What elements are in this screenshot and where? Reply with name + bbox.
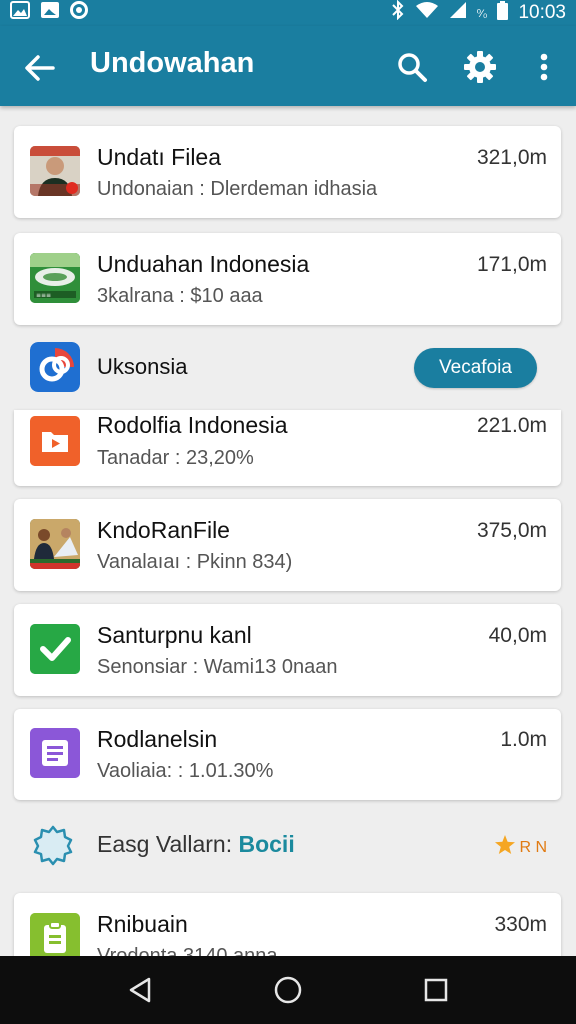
- back-nav-icon[interactable]: [122, 972, 158, 1008]
- item-size: 171,0m: [476, 253, 547, 276]
- item-title: Rodlanelsin: [97, 726, 218, 752]
- item-size: 1.0m: [500, 728, 547, 751]
- svg-text:≡≡≡: ≡≡≡: [36, 292, 51, 299]
- battery-icon: [497, 0, 509, 26]
- home-nav-icon[interactable]: [270, 972, 306, 1008]
- status-right-icons: ⁰⁄₀ 10:03: [391, 0, 566, 26]
- item-title: Undatı Filea: [97, 144, 222, 170]
- item-subtitle: 3kalrana : $10 aaa: [97, 285, 263, 307]
- item-title: KndoRanFile: [97, 517, 230, 543]
- gear-outline-icon: [28, 820, 78, 870]
- status-bar: ⁰⁄₀ 10:03: [0, 0, 576, 26]
- rating-text: R N: [519, 838, 547, 856]
- recents-nav-icon[interactable]: [418, 972, 454, 1008]
- item-subtitle: Tanadar : 23,20%: [97, 447, 254, 469]
- stadium-photo-thumbnail: ≡≡≡: [30, 253, 80, 303]
- more-vert-icon[interactable]: [525, 48, 563, 86]
- item-size: 375,0m: [476, 519, 547, 542]
- item-title: Rnibuain: [97, 911, 188, 937]
- promo-row: Uksonsia Vecafoia: [14, 328, 561, 408]
- list-item[interactable]: Rodolfia Indonesia Tanadar : 23,20% 221.…: [14, 410, 561, 486]
- badge-label-prefix: Easg Vallarn:: [97, 831, 239, 857]
- item-size: 221.0m: [476, 414, 547, 437]
- item-size: 330m: [494, 913, 547, 936]
- search-icon[interactable]: [393, 48, 431, 86]
- wifi-icon: [415, 1, 439, 25]
- person-photo-thumbnail: [30, 146, 80, 196]
- list-item[interactable]: Santurpnu kanl Senonsiar : Wami13 0naan …: [14, 604, 561, 696]
- item-subtitle: Senonsiar : Wami13 0naan: [97, 656, 338, 678]
- record-icon: [70, 1, 88, 25]
- rating: R N: [494, 834, 547, 861]
- item-title: Santurpnu kanl: [97, 622, 252, 648]
- item-subtitle: Vaoliaia: : 1.01.30%: [97, 760, 274, 782]
- document-lines-icon: [30, 728, 80, 778]
- navigation-bar: [0, 956, 576, 1024]
- bluetooth-icon: [391, 0, 405, 26]
- play-folder-icon: [30, 416, 80, 466]
- list-item[interactable]: Undatı Filea Undonaian : Dlerdeman idhas…: [14, 126, 561, 218]
- clock: 10:03: [518, 2, 566, 23]
- item-subtitle: Undonaian : Dlerdeman idhasia: [97, 178, 378, 200]
- item-size: 321,0m: [476, 146, 547, 169]
- badge-label: Easg Vallarn: Bocii: [97, 831, 295, 858]
- photo-icon: [40, 1, 60, 25]
- signal-icon: [449, 1, 467, 25]
- item-title: Rodolfia Indonesia: [97, 412, 288, 438]
- item-size: 40,0m: [488, 624, 547, 647]
- list-item[interactable]: KndoRanFile Vanalaıaı : Pkinn 834) 375,0…: [14, 499, 561, 591]
- promo-label: Uksonsia: [97, 354, 188, 379]
- group-photo-thumbnail: [30, 519, 80, 569]
- badge-label-highlight: Bocii: [238, 831, 295, 857]
- image-icon: [10, 1, 30, 25]
- status-left-icons: [10, 1, 88, 25]
- back-arrow-icon[interactable]: [22, 50, 58, 86]
- app-bar: Undowahan: [0, 26, 576, 106]
- item-title: Unduahan Indonesia: [97, 251, 310, 277]
- star-icon: [494, 834, 516, 861]
- page-title: Undowahan: [90, 47, 255, 79]
- item-subtitle: Vanalaıaı : Pkinn 834): [97, 551, 293, 573]
- badge-row: Easg Vallarn: Bocii R N: [14, 812, 561, 878]
- list-item[interactable]: Rodlanelsin Vaoliaia: : 1.01.30% 1.0m: [14, 709, 561, 800]
- check-icon: [30, 624, 80, 674]
- signal-text: ⁰⁄₀: [476, 7, 488, 20]
- install-button[interactable]: Vecafoia: [414, 348, 537, 388]
- list-item[interactable]: ≡≡≡ Unduahan Indonesia 3kalrana : $10 aa…: [14, 233, 561, 325]
- gear-icon[interactable]: [461, 48, 499, 86]
- link-app-icon[interactable]: [30, 342, 80, 392]
